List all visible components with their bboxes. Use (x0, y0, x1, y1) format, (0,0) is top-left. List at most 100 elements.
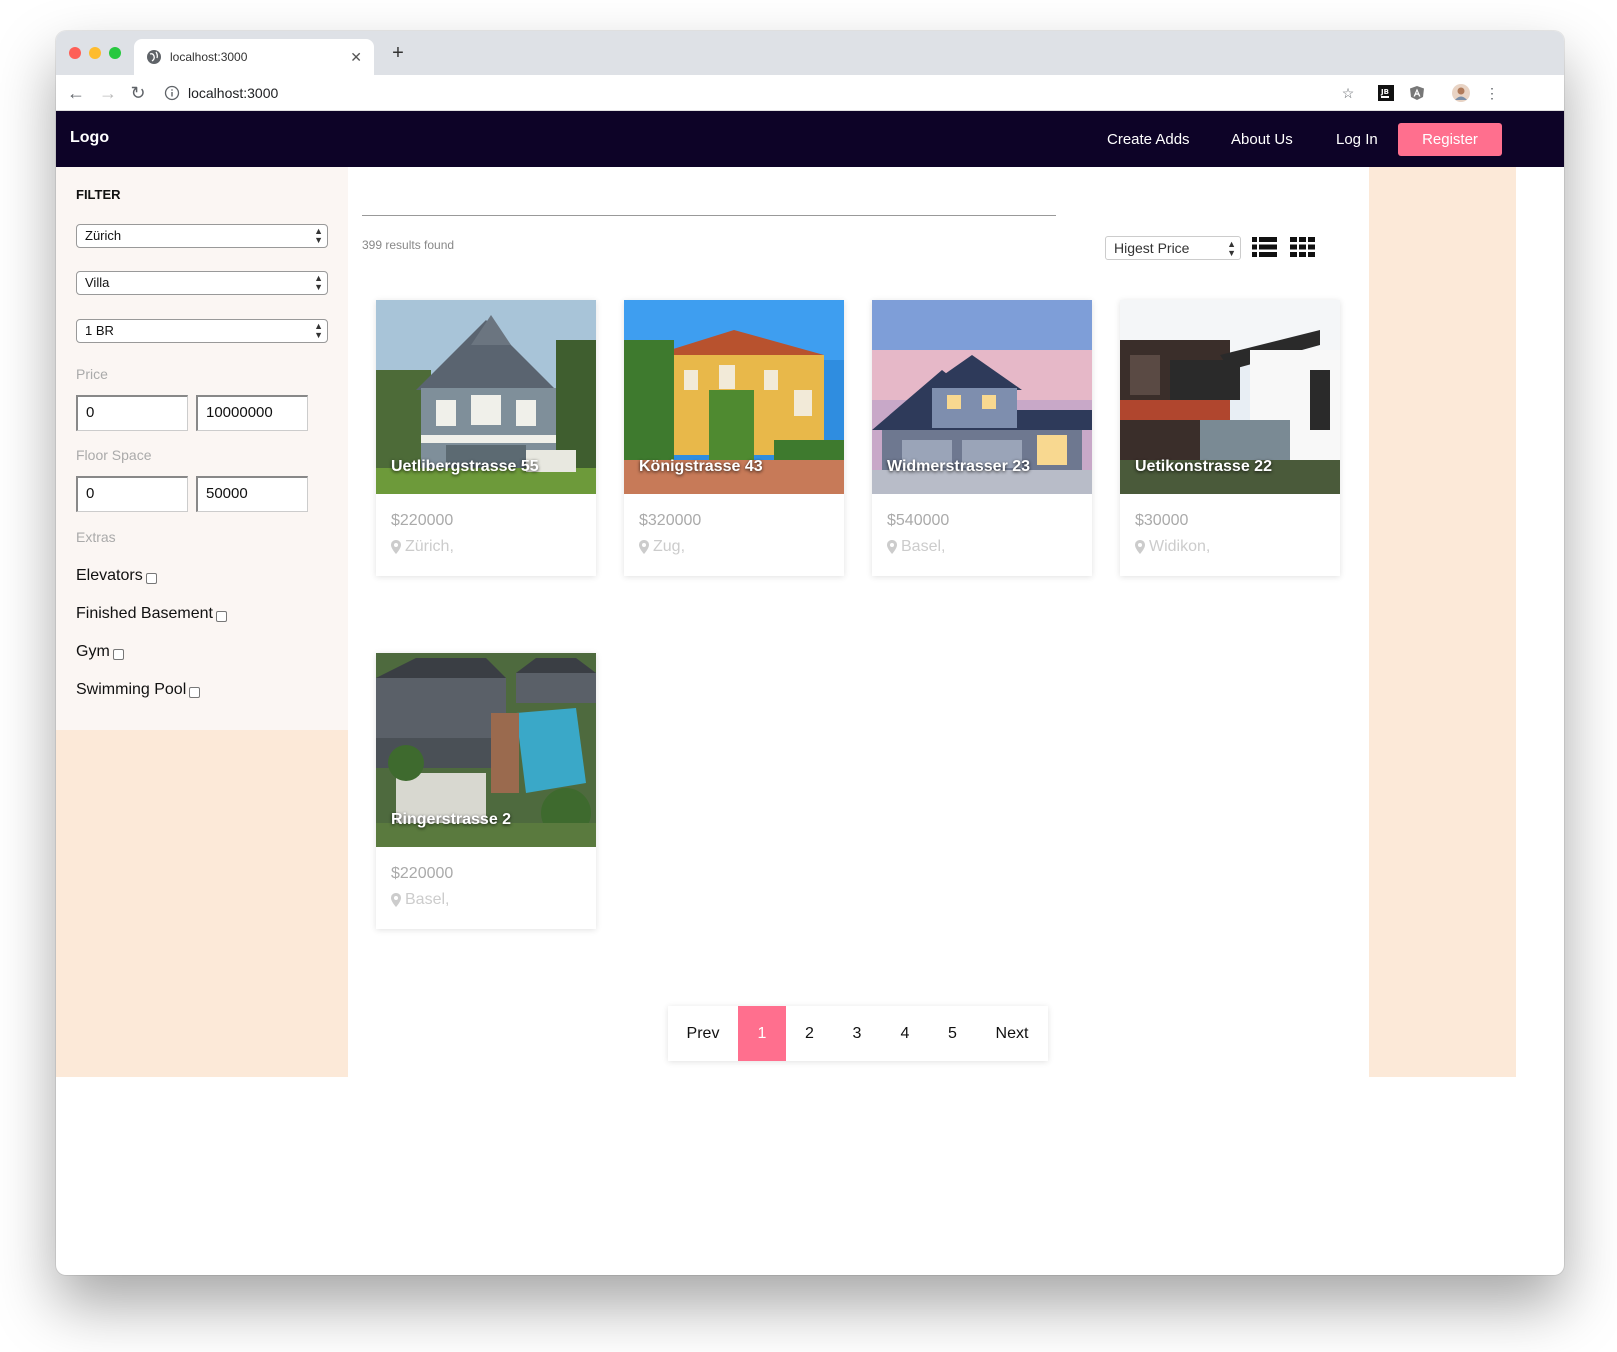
price-min-input[interactable]: 0 (76, 395, 188, 431)
gym-checkbox[interactable] (112, 648, 124, 660)
browser-toolbar: ← → ↻ localhost:3000 ☆ JB ⋮ (56, 75, 1564, 111)
listing-price: $540000 (887, 512, 950, 529)
nav-log-in[interactable]: Log In (1336, 131, 1378, 148)
bedrooms-value: 1 BR (85, 323, 114, 338)
page-3-button[interactable]: 3 (833, 1006, 881, 1061)
divider (362, 215, 1056, 216)
minimize-window-button[interactable] (89, 47, 101, 59)
close-window-button[interactable] (69, 47, 81, 59)
extra-finished-basement: Finished Basement (76, 605, 227, 623)
listing-card[interactable]: Ringerstrasse 2 $220000 Basel, (376, 653, 596, 929)
browser-tab[interactable]: localhost:3000 ✕ (134, 39, 374, 75)
star-icon[interactable]: ☆ (1338, 83, 1358, 103)
tab-title: localhost:3000 (170, 50, 248, 64)
floor-space-label: Floor Space (76, 447, 152, 463)
floor-min-input[interactable]: 0 (76, 476, 188, 512)
listing-location-text: Basel, (901, 538, 946, 555)
listing-location: Basel, (391, 891, 449, 909)
sort-select[interactable]: Higest Price ▲ ▼ (1105, 236, 1241, 260)
extra-swimming-pool: Swimming Pool (76, 681, 201, 699)
swimming-pool-checkbox[interactable] (189, 686, 201, 698)
listing-name: Ringerstrasse 2 (391, 811, 512, 828)
browser-window: localhost:3000 ✕ + ← → ↻ localhost:3000 … (56, 31, 1564, 1275)
nav-create-adds[interactable]: Create Adds (1107, 131, 1190, 148)
logo[interactable]: Logo (70, 129, 109, 147)
extra-label: Elevators (76, 567, 143, 584)
back-arrow-icon[interactable]: ← (64, 81, 88, 105)
results-count: 399 results found (362, 238, 455, 252)
map-pin-icon (391, 893, 401, 907)
list-view-icon[interactable] (1252, 236, 1278, 258)
new-tab-button[interactable]: + (386, 41, 410, 65)
pagination: Prev 1 2 3 4 5 Next (668, 1006, 1048, 1061)
page-1-button[interactable]: 1 (738, 1006, 786, 1061)
listing-location-text: Widikon, (1149, 538, 1211, 555)
price-max-input[interactable]: 10000000 (196, 395, 308, 431)
listing-name: Widmerstrasser 23 (887, 458, 1031, 475)
listing-card[interactable]: Uetlibergstrasse 55 $220000 Zürich, (376, 300, 596, 576)
register-button[interactable]: Register (1398, 123, 1502, 156)
close-tab-icon[interactable]: ✕ (350, 49, 362, 66)
bedrooms-select[interactable]: 1 BR ▲ ▼ (76, 319, 328, 343)
reload-icon[interactable]: ↻ (126, 81, 150, 105)
svg-text:JB: JB (1380, 88, 1389, 96)
page-2-button[interactable]: 2 (786, 1006, 833, 1061)
menu-dots-icon[interactable]: ⋮ (1482, 83, 1502, 103)
property-type-value: Villa (85, 275, 110, 290)
select-arrows-icon: ▲ ▼ (314, 321, 323, 340)
globe-icon (147, 50, 161, 64)
profile-avatar[interactable] (1451, 83, 1471, 103)
app-navbar: Logo Create Adds About Us Log In Registe… (56, 111, 1564, 167)
extension-angular-icon[interactable] (1407, 83, 1427, 103)
info-icon (164, 85, 180, 101)
listing-card[interactable]: Uetikonstrasse 22 $30000 Widikon, (1120, 300, 1340, 576)
listing-price: $30000 (1135, 512, 1189, 529)
extra-label: Swimming Pool (76, 681, 187, 698)
maximize-window-button[interactable] (109, 47, 121, 59)
listing-location: Widikon, (1135, 538, 1210, 556)
listing-card[interactable]: Königstrasse 43 $320000 Zug, (624, 300, 844, 576)
listing-card[interactable]: Widmerstrasser 23 $540000 Basel, (872, 300, 1092, 576)
select-arrows-icon: ▲ ▼ (1227, 239, 1236, 258)
map-pin-icon (887, 540, 897, 554)
listing-name: Uetikonstrasse 22 (1135, 458, 1272, 475)
city-select-value: Zürich (85, 228, 122, 243)
extra-label: Finished Basement (76, 605, 213, 622)
next-page-button[interactable]: Next (976, 1006, 1048, 1061)
property-type-select[interactable]: Villa ▲ ▼ (76, 271, 328, 295)
floor-max-input[interactable]: 50000 (196, 476, 308, 512)
finished-basement-checkbox[interactable] (215, 610, 227, 622)
extras-label: Extras (76, 529, 116, 545)
forward-arrow-icon[interactable]: → (96, 81, 120, 105)
listing-location: Basel, (887, 538, 945, 556)
prev-page-button[interactable]: Prev (668, 1006, 738, 1061)
page-4-button[interactable]: 4 (881, 1006, 929, 1061)
right-gutter (1369, 167, 1516, 1077)
listing-location-text: Basel, (405, 891, 450, 908)
extension-jb-icon[interactable]: JB (1376, 83, 1396, 103)
listing-price: $320000 (639, 512, 702, 529)
nav-about-us[interactable]: About Us (1231, 131, 1293, 148)
listing-name: Uetlibergstrasse 55 (391, 458, 539, 475)
map-pin-icon (1135, 540, 1145, 554)
url-text: localhost:3000 (188, 85, 279, 101)
price-label: Price (76, 366, 108, 382)
filter-sidebar: FILTER Zürich ▲ ▼ Villa ▲ ▼ 1 BR ▲ ▼ Price … (56, 167, 348, 730)
select-arrows-icon: ▲ ▼ (314, 273, 323, 292)
address-bar[interactable]: localhost:3000 (164, 79, 1364, 107)
elevators-checkbox[interactable] (145, 572, 157, 584)
select-arrows-icon: ▲ ▼ (314, 226, 323, 245)
listing-location-text: Zürich, (405, 538, 454, 555)
listing-location-text: Zug, (653, 538, 686, 555)
map-pin-icon (639, 540, 649, 554)
listing-location: Zug, (639, 538, 685, 556)
page-5-button[interactable]: 5 (929, 1006, 976, 1061)
map-pin-icon (391, 540, 401, 554)
tab-strip: localhost:3000 ✕ + (56, 31, 1564, 75)
extra-gym: Gym (76, 643, 124, 661)
city-select[interactable]: Zürich ▲ ▼ (76, 224, 328, 248)
extra-label: Gym (76, 643, 110, 660)
grid-view-icon[interactable] (1290, 236, 1316, 258)
sort-select-value: Higest Price (1114, 240, 1190, 256)
listing-price: $220000 (391, 512, 454, 529)
